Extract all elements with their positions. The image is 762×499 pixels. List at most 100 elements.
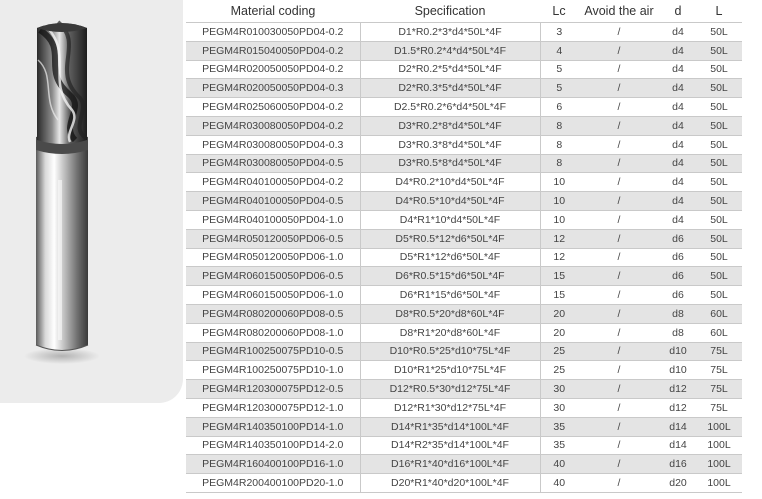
cell-l: 50L (696, 59, 742, 79)
cell-avoid-the-air: / (578, 134, 660, 155)
cell-specification: D8*R0.5*20*d8*60L*4F (360, 303, 541, 324)
table-row: PEGM4R020050050PD04-0.3 D2*R0.3*5*d4*50L*… (186, 78, 742, 98)
header-lc: Lc (552, 4, 566, 18)
cell-lc: 30 (540, 379, 578, 399)
table-row: PEGM4R030080050PD04-0.5 D3*R0.5*8*d4*50L*… (186, 153, 742, 173)
table-header-row: Material coding Specification Lc Avoid t… (186, 0, 742, 23)
cell-specification: D6*R0.5*15*d6*50L*4F (360, 266, 541, 286)
cell-avoid-the-air: / (578, 322, 660, 343)
cell-avoid-the-air: / (578, 266, 660, 286)
cell-specification: D14*R1*35*d14*100L*4F (360, 416, 541, 437)
cell-specification: D12*R0.5*30*d12*75L*4F (360, 379, 541, 399)
header-avoid-the-air: Avoid the air (584, 4, 654, 18)
header-l: L (715, 4, 723, 18)
cell-material-coding: PEGM4R080200060PD08-1.0 (186, 322, 361, 343)
cell-avoid-the-air: / (578, 209, 660, 230)
table-row: PEGM4R100250075PD10-1.0 D10*R1*25*d10*75L… (186, 360, 742, 380)
cell-l: 50L (696, 191, 742, 211)
cell-material-coding: PEGM4R020050050PD04-0.3 (186, 78, 361, 98)
cell-l: 100L (696, 416, 742, 437)
cell-lc: 25 (540, 341, 578, 361)
cell-avoid-the-air: / (578, 228, 660, 249)
cell-avoid-the-air: / (578, 341, 660, 361)
table-row: PEGM4R030080050PD04-0.3 D3*R0.3*8*d4*50L*… (186, 134, 742, 155)
table-row: PEGM4R025060050PD04-0.2 D2.5*R0.2*6*d4*50… (186, 97, 742, 117)
cell-lc: 20 (540, 303, 578, 324)
cell-d: d4 (660, 78, 696, 98)
cell-d: d6 (660, 247, 696, 267)
cell-lc: 10 (540, 172, 578, 192)
cell-avoid-the-air: / (578, 22, 660, 42)
cell-material-coding: PEGM4R030080050PD04-0.3 (186, 134, 361, 155)
cell-d: d8 (660, 303, 696, 324)
table-row: PEGM4R080200060PD08-0.5 D8*R0.5*20*d8*60L… (186, 303, 742, 324)
cell-lc: 6 (540, 97, 578, 117)
cell-l: 60L (696, 303, 742, 324)
cell-specification: D12*R1*30*d12*75L*4F (360, 397, 541, 418)
cell-d: d10 (660, 360, 696, 380)
cell-specification: D1.5*R0.2*4*d4*50L*4F (360, 40, 541, 61)
cell-lc: 15 (540, 285, 578, 305)
cell-l: 75L (696, 360, 742, 380)
cell-specification: D10*R0.5*25*d10*75L*4F (360, 341, 541, 361)
cell-material-coding: PEGM4R060150050PD06-0.5 (186, 266, 361, 286)
cell-l: 100L (696, 473, 742, 493)
cell-lc: 40 (540, 473, 578, 493)
cell-lc: 10 (540, 209, 578, 230)
cell-avoid-the-air: / (578, 285, 660, 305)
cell-d: d12 (660, 379, 696, 399)
cell-d: d4 (660, 191, 696, 211)
cell-lc: 40 (540, 454, 578, 474)
cell-l: 50L (696, 115, 742, 136)
cell-lc: 35 (540, 416, 578, 437)
cell-d: d20 (660, 473, 696, 493)
cell-l: 50L (696, 228, 742, 249)
table-row: PEGM4R060150050PD06-1.0 D6*R1*15*d6*50L*4… (186, 285, 742, 305)
cell-specification: D2*R0.2*5*d4*50L*4F (360, 59, 541, 79)
cell-l: 50L (696, 40, 742, 61)
cell-d: d4 (660, 209, 696, 230)
cell-specification: D1*R0.2*3*d4*50L*4F (360, 22, 541, 42)
cell-avoid-the-air: / (578, 473, 660, 493)
cell-material-coding: PEGM4R140350100PD14-2.0 (186, 435, 361, 455)
cell-specification: D2*R0.3*5*d4*50L*4F (360, 78, 541, 98)
cell-l: 100L (696, 435, 742, 455)
cell-lc: 30 (540, 397, 578, 418)
cell-lc: 3 (540, 22, 578, 42)
cell-l: 75L (696, 397, 742, 418)
cell-material-coding: PEGM4R060150050PD06-1.0 (186, 285, 361, 305)
cell-avoid-the-air: / (578, 303, 660, 324)
cell-specification: D2.5*R0.2*6*d4*50L*4F (360, 97, 541, 117)
cell-lc: 15 (540, 266, 578, 286)
specification-table: Material coding Specification Lc Avoid t… (186, 0, 742, 493)
cell-specification: D3*R0.5*8*d4*50L*4F (360, 153, 541, 173)
table-row: PEGM4R020050050PD04-0.2 D2*R0.2*5*d4*50L*… (186, 59, 742, 79)
cell-d: d6 (660, 228, 696, 249)
table-row: PEGM4R120300075PD12-1.0 D12*R1*30*d12*75L… (186, 397, 742, 418)
cell-d: d4 (660, 172, 696, 192)
cell-lc: 25 (540, 360, 578, 380)
cell-material-coding: PEGM4R160400100PD16-1.0 (186, 454, 361, 474)
cell-material-coding: PEGM4R030080050PD04-0.2 (186, 115, 361, 136)
cell-d: d8 (660, 322, 696, 343)
cell-specification: D14*R2*35*d14*100L*4F (360, 435, 541, 455)
cell-material-coding: PEGM4R140350100PD14-1.0 (186, 416, 361, 437)
table-row: PEGM4R060150050PD06-0.5 D6*R0.5*15*d6*50L… (186, 266, 742, 286)
table-row: PEGM4R200400100PD20-1.0 D20*R1*40*d20*100… (186, 473, 742, 493)
table-row: PEGM4R040100050PD04-1.0 D4*R1*10*d4*50L*4… (186, 209, 742, 230)
cell-lc: 8 (540, 153, 578, 173)
cell-material-coding: PEGM4R010030050PD04-0.2 (186, 22, 361, 42)
cell-specification: D16*R1*40*d16*100L*4F (360, 454, 541, 474)
cell-avoid-the-air: / (578, 78, 660, 98)
cell-lc: 8 (540, 115, 578, 136)
cell-avoid-the-air: / (578, 40, 660, 61)
cell-specification: D8*R1*20*d8*60L*4F (360, 322, 541, 343)
cell-d: d16 (660, 454, 696, 474)
table-row: PEGM4R140350100PD14-1.0 D14*R1*35*d14*100… (186, 416, 742, 437)
cell-lc: 5 (540, 59, 578, 79)
cell-d: d6 (660, 266, 696, 286)
cell-d: d4 (660, 153, 696, 173)
cell-specification: D4*R1*10*d4*50L*4F (360, 209, 541, 230)
cell-l: 50L (696, 285, 742, 305)
table-row: PEGM4R040100050PD04-0.2 D4*R0.2*10*d4*50L… (186, 172, 742, 192)
